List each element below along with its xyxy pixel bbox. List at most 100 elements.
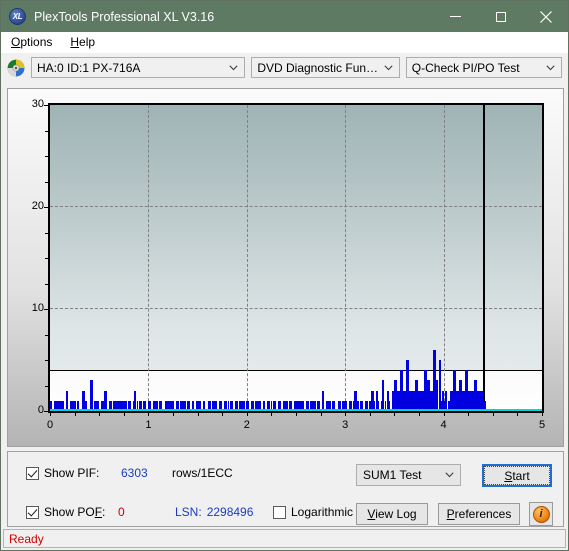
x-axis-minor-tick — [50, 413, 51, 416]
y-axis-minor-tick — [45, 232, 48, 234]
test-select[interactable]: Q-Check PI/PO Test — [405, 57, 563, 78]
x-axis-minor-tick — [222, 413, 224, 416]
x-axis-label: 3 — [342, 419, 349, 431]
show-pof-row: Show POF: — [26, 505, 105, 519]
lsn-readout: LSN: 2298496 — [175, 505, 253, 519]
y-axis-minor-tick — [45, 334, 48, 336]
lsn-label: LSN: — [175, 505, 202, 519]
y-axis-label: 20 — [31, 200, 44, 212]
minimize-icon[interactable] — [433, 1, 478, 32]
chevron-down-icon — [440, 472, 458, 478]
info-button[interactable]: i — [529, 502, 553, 526]
y-axis-minor-tick — [45, 309, 48, 310]
preferences-button-label: Preferences — [446, 507, 512, 521]
y-axis-minor-tick — [45, 385, 48, 387]
status-bar: Ready — [3, 529, 566, 548]
pof-value: 0 — [118, 505, 125, 519]
status-text: Ready — [9, 531, 44, 546]
pif-bars — [50, 105, 542, 411]
x-axis-minor-tick — [492, 413, 494, 416]
pif-value: 6303 — [121, 466, 148, 480]
pif-value-text: 6303 — [121, 466, 148, 480]
sum-test-select-value: SUM1 Test — [363, 468, 422, 482]
y-axis-minor-tick — [45, 207, 48, 208]
xl-logo-icon: XL — [9, 8, 26, 25]
show-pif-row: Show PIF: — [26, 466, 99, 480]
y-axis-minor-tick — [45, 283, 48, 285]
pi-po-plot — [48, 103, 544, 413]
x-axis-minor-tick — [468, 413, 470, 416]
logarithmic-label: Logarithmic — [291, 505, 354, 519]
x-axis-label: 5 — [538, 419, 546, 431]
start-button-label: Start — [504, 468, 530, 483]
chevron-down-icon — [380, 64, 397, 71]
window-controls — [433, 1, 568, 32]
menu-bar: Options Help — [1, 32, 568, 53]
x-axis-minor-tick — [443, 413, 445, 416]
x-axis-minor-tick — [173, 413, 174, 416]
plextools-window: XL PlexTools Professional XL V3.16 Optio… — [0, 0, 569, 551]
show-pif-label: Show PIF: — [44, 466, 100, 480]
menu-item-options[interactable]: Options — [7, 33, 60, 51]
y-axis-minor-tick — [45, 130, 48, 132]
x-axis-label: 0 — [46, 419, 54, 431]
show-pif-checkbox[interactable] — [26, 466, 39, 480]
function-select[interactable]: DVD Diagnostic Functions — [251, 57, 400, 78]
logarithmic-checkbox[interactable] — [273, 505, 286, 519]
y-axis-label: 0 — [37, 404, 44, 416]
x-axis-minor-tick — [517, 413, 519, 416]
sum-test-select[interactable]: SUM1 Test — [356, 464, 461, 486]
x-axis-minor-tick — [369, 413, 371, 416]
pof-baseline — [50, 409, 542, 411]
info-icon: i — [532, 505, 550, 523]
disc-icon — [7, 59, 25, 76]
x-axis-minor-tick — [197, 413, 199, 416]
window-title: PlexTools Professional XL V3.16 — [34, 9, 215, 24]
logarithmic-row: Logarithmic — [273, 505, 353, 519]
x-axis-minor-tick — [148, 413, 150, 416]
x-axis-minor-tick — [296, 413, 297, 416]
menu-item-help-label: elp — [79, 35, 96, 49]
y-axis-minor-tick — [45, 360, 48, 361]
y-axis-minor-tick — [45, 105, 48, 106]
x-axis-minor-tick — [394, 413, 396, 416]
pof-value-text: 0 — [118, 505, 125, 519]
x-axis-minor-tick — [345, 413, 347, 416]
drive-select[interactable]: HA:0 ID:1 PX-716A — [31, 57, 246, 78]
drive-select-value: HA:0 ID:1 PX-716A — [37, 60, 141, 75]
y-axis-label: 10 — [31, 302, 44, 314]
x-axis-minor-tick — [320, 413, 322, 416]
x-axis-minor-tick — [246, 413, 248, 416]
menu-item-help[interactable]: Help — [66, 33, 103, 51]
x-axis-label: 4 — [440, 419, 447, 431]
show-pof-checkbox[interactable] — [26, 505, 39, 519]
pif-units-text: rows/1ECC — [172, 466, 233, 480]
y-axis-label: 30 — [31, 98, 44, 110]
control-panel: Show PIF: 6303 rows/1ECC Show POF: 0 LSN… — [7, 451, 564, 527]
preferences-button[interactable]: Preferences — [438, 503, 520, 525]
y-axis-minor-tick — [45, 258, 48, 259]
pif-units: rows/1ECC — [172, 466, 233, 480]
x-axis-label: 1 — [145, 419, 152, 431]
x-axis-minor-tick — [99, 413, 101, 416]
close-icon[interactable] — [523, 1, 568, 32]
x-axis-minor-tick — [542, 413, 543, 416]
y-axis-minor-tick — [45, 156, 48, 157]
y-axis-minor-tick — [45, 181, 48, 183]
x-axis-minor-tick — [419, 413, 420, 416]
view-log-button[interactable]: View Log — [356, 503, 428, 525]
maximize-icon[interactable] — [478, 1, 523, 32]
show-pof-label: Show POF: — [44, 505, 106, 519]
chart-panel: 0 10 20 30 0 1 2 3 4 5 — [7, 88, 564, 447]
selector-toolbar: HA:0 ID:1 PX-716A DVD Diagnostic Functio… — [1, 53, 568, 82]
lsn-value-text: 2298496 — [206, 505, 254, 519]
chevron-down-icon — [542, 64, 559, 71]
y-axis-minor-tick — [45, 411, 48, 412]
test-select-value: Q-Check PI/PO Test — [411, 60, 520, 75]
start-button[interactable]: Start — [482, 464, 552, 487]
x-axis-label: 2 — [243, 419, 250, 431]
view-log-button-label: View Log — [367, 507, 417, 521]
menu-item-options-label: ptions — [20, 35, 53, 49]
x-axis-minor-tick — [123, 413, 125, 416]
chevron-down-icon — [225, 64, 242, 71]
